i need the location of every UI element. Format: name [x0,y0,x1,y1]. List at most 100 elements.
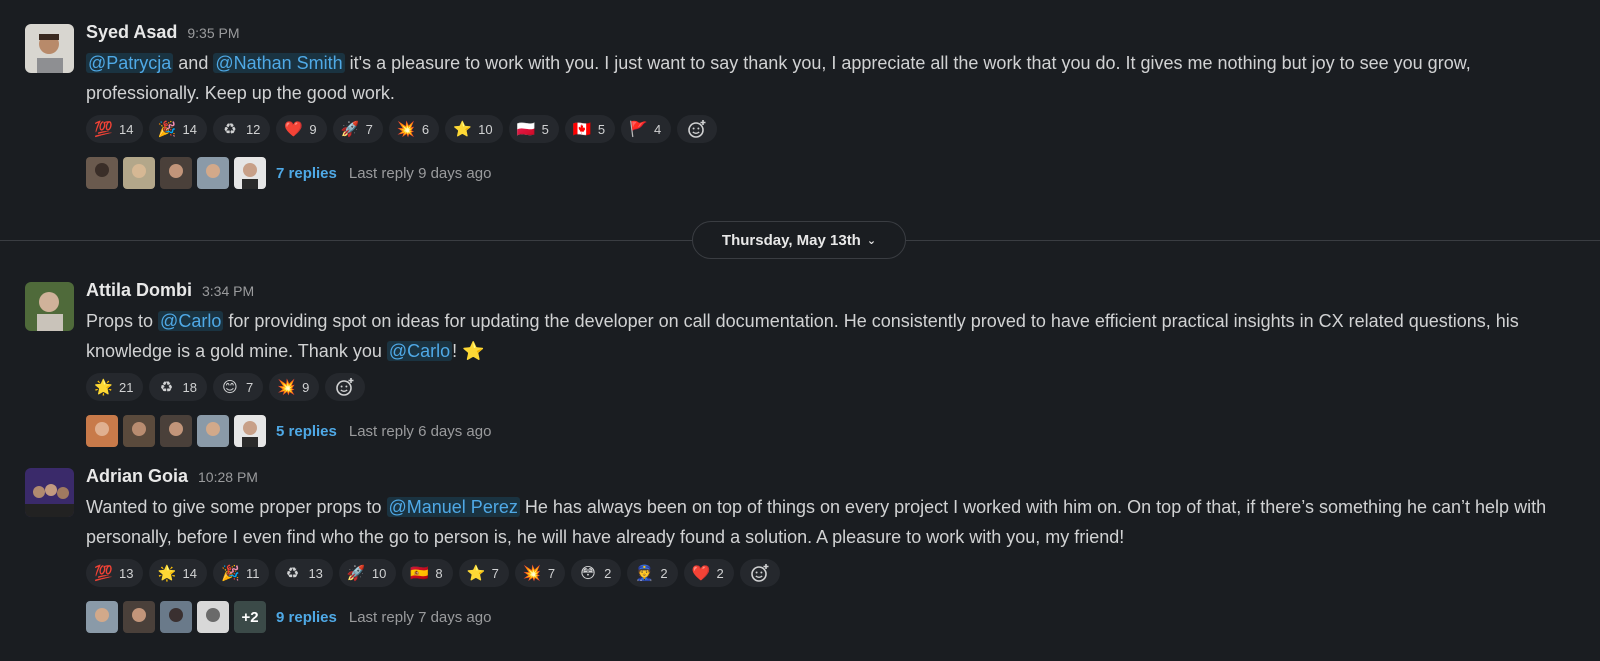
reaction-count: 2 [716,565,724,581]
reaction-emoji-icon: 😳 [580,565,596,582]
reaction-pill[interactable]: 💥 9 [269,373,320,401]
reaction-pill[interactable]: 🚩 4 [621,115,672,143]
add-reaction-button[interactable] [739,559,780,587]
reaction-pill[interactable]: 🎉 14 [149,115,207,143]
reply-avatar [86,415,118,447]
reply-avatar [86,157,118,189]
reply-count-link[interactable]: 9 replies [276,609,337,626]
reaction-emoji-icon: 🇪🇸 [410,565,430,582]
reaction-pill[interactable]: 🇵🇱 5 [508,115,559,143]
message-text: @Patrycja and @Nathan Smith it's a pleas… [86,48,1570,108]
reaction-emoji-icon: 💯 [94,565,113,582]
reaction-emoji-icon: ⭐ [466,565,486,582]
thread-replies[interactable]: +2 9 replies Last reply 7 days ago [86,600,1570,634]
reaction-count: 14 [119,121,134,137]
reaction-count: 13 [119,565,134,581]
reaction-emoji-icon: 🌟 [94,379,113,396]
reaction-pill[interactable]: 💥 6 [388,115,440,143]
reaction-pill[interactable]: 💯 14 [86,115,144,143]
reaction-count: 2 [604,565,612,581]
more-repliers-badge: +2 [234,601,266,633]
reaction-pill[interactable]: 🎉 11 [212,559,270,587]
reaction-count: 4 [654,121,662,137]
author-name[interactable]: Syed Asad [86,22,177,43]
text-segment: Props to [86,311,159,331]
author-name[interactable]: Adrian Goia [86,466,188,487]
date-divider-button[interactable]: Thursday, May 13th ⌄ [692,221,906,259]
user-mention[interactable]: @Carlo [158,311,224,331]
timestamp[interactable]: 10:28 PM [198,469,258,485]
reaction-emoji-icon: 💥 [277,379,296,396]
reaction-pill[interactable]: ♻ 13 [275,559,333,587]
last-reply-time: Last reply 7 days ago [348,608,492,626]
avatar[interactable] [25,24,74,73]
user-mention[interactable]: @Manuel Perez [386,497,520,517]
user-mention[interactable]: @Carlo [386,341,453,361]
reply-avatar [86,601,118,633]
reply-avatar [123,415,155,447]
reaction-pill[interactable]: 🌟 21 [86,373,144,401]
user-mention[interactable]: @Nathan Smith [213,53,345,73]
reaction-count: 18 [182,379,197,395]
add-reaction-button[interactable] [325,373,366,401]
add-reaction-icon [688,120,706,138]
text-segment: Wanted to give some proper props to [86,497,387,517]
reply-avatar [234,157,266,189]
reaction-pill[interactable]: 🇪🇸 8 [402,559,453,587]
last-reply-time: Last reply 6 days ago [348,422,492,440]
reply-avatar [234,415,266,447]
reply-count-link[interactable]: 5 replies [276,423,337,440]
reaction-pill[interactable]: 🌟 14 [149,559,207,587]
reaction-pill[interactable]: ♻ 18 [149,373,207,401]
reaction-pill[interactable]: 😳 2 [571,559,622,587]
reaction-pill[interactable]: 💯 13 [86,559,144,587]
reaction-emoji-icon: 💥 [396,121,416,138]
last-reply-time: Last reply 9 days ago [348,164,492,182]
reaction-pill[interactable]: 💥 7 [514,559,566,587]
reaction-pill[interactable]: 👮 2 [627,559,678,587]
reaction-pill[interactable]: ❤️ 2 [683,559,734,587]
reaction-count: 2 [660,565,668,581]
reaction-count: 9 [302,379,310,395]
thread-replies[interactable]: 5 replies Last reply 6 days ago [86,414,1570,448]
author-name[interactable]: Attila Dombi [86,280,192,301]
thread-replies[interactable]: 7 replies Last reply 9 days ago [86,156,1570,190]
reaction-pill[interactable]: 🚀 7 [332,115,383,143]
reply-avatar [123,157,155,189]
reactions-bar: 💯 14 🎉 14 ♻ 12 ❤️ 9 🚀 7 💥 6 ⭐ 10 🇵🇱 5 🇨🇦 5 🚩 4 [86,114,1570,144]
reaction-pill[interactable]: ⭐ 10 [445,115,503,143]
reaction-emoji-icon: 💯 [94,121,113,138]
avatar[interactable] [25,468,74,517]
add-reaction-icon [336,378,354,396]
reaction-pill[interactable]: 😊 7 [212,373,264,401]
timestamp[interactable]: 9:35 PM [187,25,239,41]
reaction-pill[interactable]: 🚀 10 [338,559,397,587]
reaction-count: 10 [478,121,493,137]
reply-avatar [197,601,229,633]
reaction-count: 21 [119,379,134,395]
text-segment: for providing spot on ideas for updating… [86,311,1519,361]
reaction-emoji-icon: 🇵🇱 [516,121,536,138]
timestamp[interactable]: 3:34 PM [202,283,254,299]
reaction-pill[interactable]: 🇨🇦 5 [564,115,616,143]
text-segment: and [173,53,214,73]
add-reaction-button[interactable] [677,115,718,143]
chevron-down-icon: ⌄ [866,234,877,247]
text-segment: ! ⭐ [452,341,485,361]
reaction-count: 11 [245,565,260,581]
reaction-count: 5 [597,121,606,137]
reply-count-link[interactable]: 7 replies [276,165,337,182]
reaction-pill[interactable]: ❤️ 9 [276,115,327,143]
reply-avatar [160,157,192,189]
reaction-emoji-icon: 😊 [222,379,238,396]
reaction-count: 13 [308,565,323,581]
reaction-pill[interactable]: ♻ 12 [212,115,271,143]
reaction-emoji-icon: ⭐ [453,121,472,138]
avatar[interactable] [25,282,74,331]
reaction-pill[interactable]: ⭐ 7 [458,559,509,587]
user-mention[interactable]: @Patrycja [86,53,174,73]
reaction-count: 5 [541,121,549,137]
reaction-count: 7 [245,379,254,395]
date-label: Thursday, May 13th [721,231,861,249]
reaction-emoji-icon: 🎉 [157,121,177,138]
